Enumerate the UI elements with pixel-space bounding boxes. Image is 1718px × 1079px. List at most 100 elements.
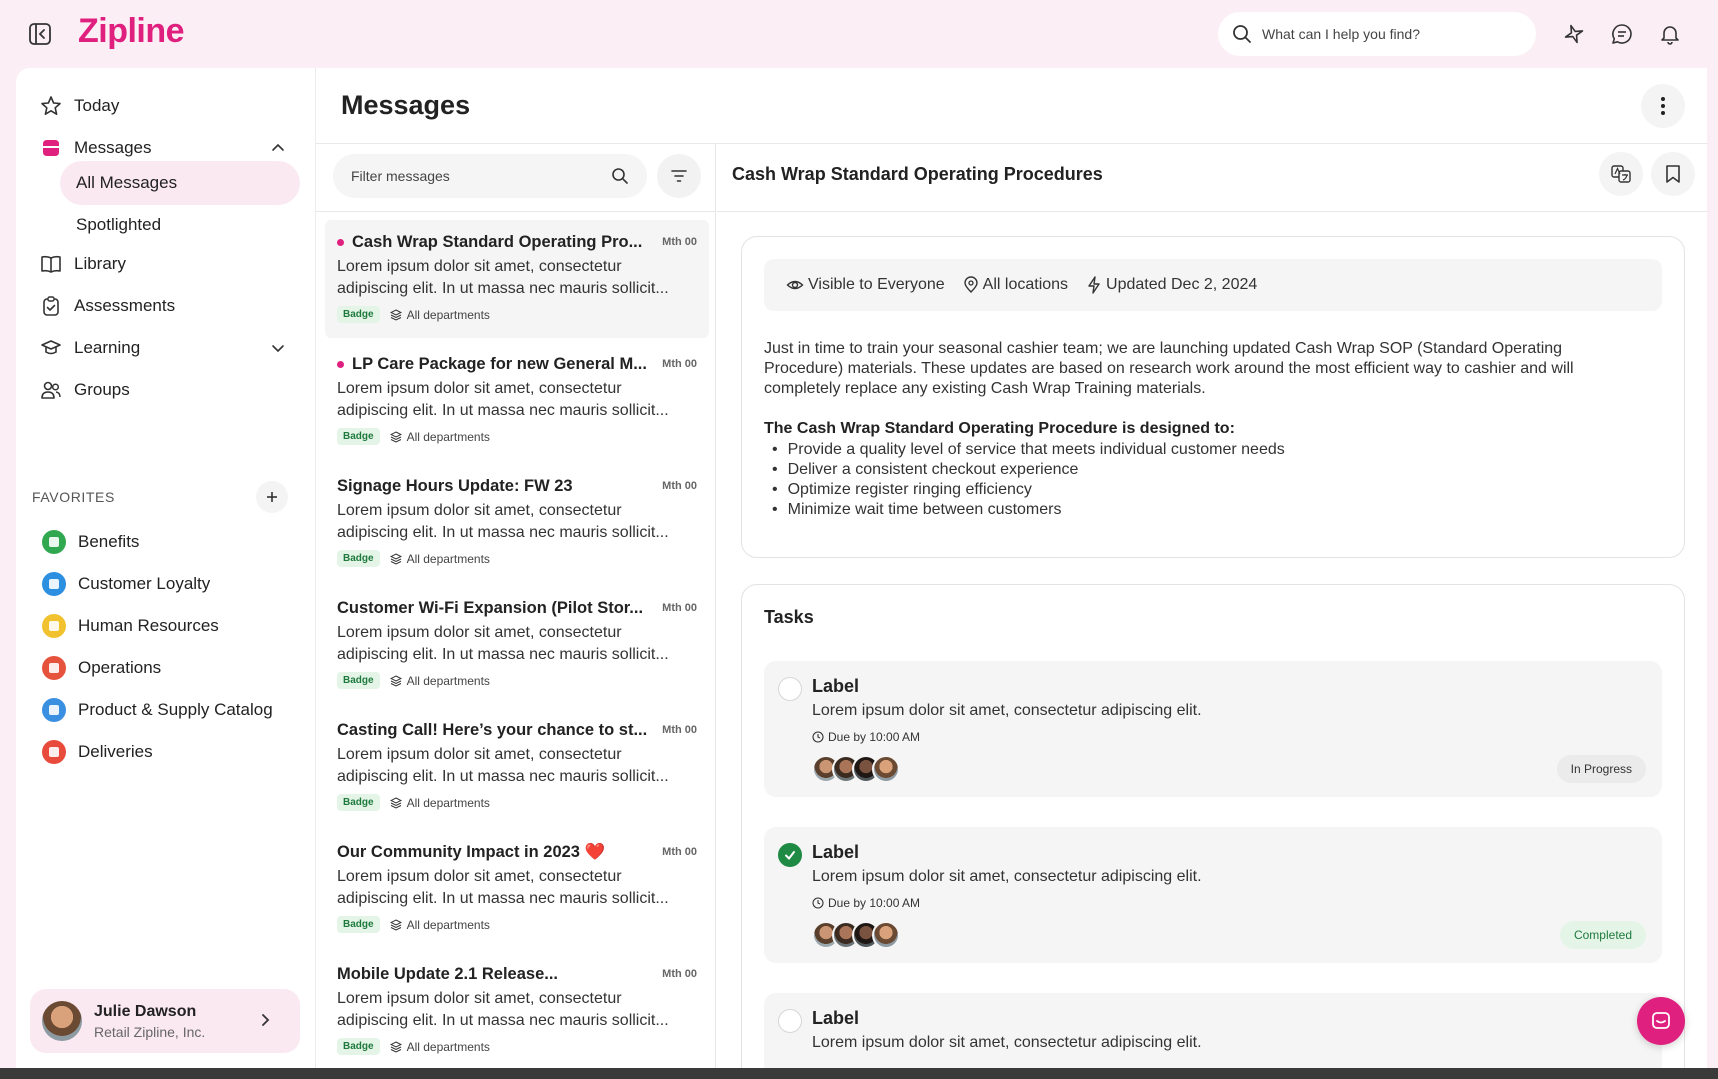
sidebar-item-library[interactable]: Library [40,244,126,284]
support-chat-button[interactable] [1637,997,1685,1045]
avatar [872,921,900,949]
message-item[interactable]: LP Care Package for new General M... Mth … [325,342,709,460]
assignee-avatars[interactable] [812,755,900,783]
layers-icon [389,918,402,931]
filter-messages[interactable] [333,154,647,198]
sidebar-item-all-messages[interactable]: All Messages [60,161,300,205]
message-date: Mth 00 [662,846,697,858]
message-date: Mth 00 [662,602,697,614]
favorite-deliveries[interactable]: Deliveries [42,732,153,772]
task-checkbox[interactable] [778,843,802,867]
sidebar-item-groups[interactable]: Groups [40,370,130,410]
message-item[interactable]: Casting Call! Here’s your chance to st..… [325,708,709,826]
global-search[interactable] [1218,12,1536,56]
favorite-label: Product & Supply Catalog [78,700,273,719]
favorite-human-resources[interactable]: Human Resources [42,606,219,646]
deliveries-icon [42,740,66,764]
message-preview: Lorem ipsum dolor sit amet, consectetur … [337,990,669,1029]
sidebar-item-learning[interactable]: Learning [40,328,140,368]
bell-icon[interactable] [1656,20,1684,48]
message-date: Mth 00 [662,480,697,492]
bookmark-icon [1666,165,1680,183]
profile-name: Julie Dawson [94,1002,197,1020]
favorite-benefits[interactable]: Benefits [42,522,139,562]
message-item[interactable]: Signage Hours Update: FW 23 Mth 00 Lorem … [325,464,709,582]
message-title: Signage Hours Update: FW 23 [337,476,573,495]
message-meta-bar: Visible to Everyone All locations Update… [764,259,1662,311]
chevron-down-icon[interactable] [269,339,287,357]
chevron-up-icon[interactable] [269,139,287,157]
message-preview: Lorem ipsum dolor sit amet, consectetur … [337,624,669,663]
status-badge: In Progress [1556,755,1646,783]
sidebar-item-assessments[interactable]: Assessments [40,286,175,326]
layers-icon [389,674,402,687]
visibility-label: Visible to Everyone [808,276,945,293]
sidebar-toggle-icon[interactable] [26,20,54,48]
task-item[interactable]: Label Lorem ipsum dolor sit amet, consec… [764,993,1662,1068]
profile-org: Retail Zipline, Inc. [94,1023,206,1040]
sidebar: Today Messages All Messages Spotlighted … [16,68,315,1068]
bullet-item: Minimize wait time between customers [772,500,1285,520]
sidebar-item-today[interactable]: Today [40,86,119,126]
bookmark-button[interactable] [1651,152,1695,196]
zipline-logo[interactable]: Zipline [78,12,185,51]
message-title: LP Care Package for new General M... [352,354,647,373]
task-due: Due by 10:00 AM [812,730,920,744]
book-icon [40,253,62,275]
users-icon [40,379,62,401]
updated-meta: Updated Dec 2, 2024 [1086,276,1257,294]
message-title: Mobile Update 2.1 Release... [337,964,558,983]
task-label: Label [812,842,860,862]
task-item[interactable]: Label Lorem ipsum dolor sit amet, consec… [764,661,1662,797]
message-title: Cash Wrap Standard Operating Pro... [352,232,643,251]
sidebar-item-spotlighted[interactable]: Spotlighted [60,203,300,247]
department-label: All departments [406,307,490,322]
badge: Badge [337,550,380,567]
assignee-avatars[interactable] [812,921,900,949]
badge: Badge [337,672,380,689]
star-icon [40,95,62,117]
more-options-button[interactable] [1641,84,1685,128]
more-vertical-icon [1661,97,1665,115]
divider [316,211,715,212]
chat-icon[interactable] [1608,20,1636,48]
search-input[interactable] [1262,26,1512,42]
main-panel: Messages Cash Wrap Standard Operating Pr… [315,68,1708,1068]
location-pin-icon [963,276,978,293]
message-item[interactable]: Mobile Update 2.1 Release... Mth 00 Lorem… [325,952,709,1068]
translate-button[interactable] [1599,152,1643,196]
bullet-item: Optimize register ringing efficiency [772,480,1285,500]
task-item[interactable]: Label Lorem ipsum dolor sit amet, consec… [764,827,1662,963]
filter-input[interactable] [351,168,611,184]
message-preview: Lorem ipsum dolor sit amet, consectetur … [337,746,669,785]
visibility-meta: Visible to Everyone [786,276,945,294]
avatar [872,755,900,783]
user-profile-button[interactable]: Julie Dawson Retail Zipline, Inc. [30,989,300,1053]
page-title: Messages [341,90,471,120]
message-item[interactable]: Our Community Impact in 2023 ❤️ Mth 00 Lo… [325,830,709,948]
task-checkbox[interactable] [778,677,802,701]
filter-icon [671,170,687,182]
favorite-customer-loyalty[interactable]: Customer Loyalty [42,564,210,604]
add-favorite-button[interactable] [256,481,288,513]
message-body-card: Visible to Everyone All locations Update… [741,236,1685,558]
layers-icon [389,430,402,443]
layers-icon [389,796,402,809]
customer-loyalty-icon [42,572,66,596]
locations-meta: All locations [963,276,1068,294]
message-preview: Lorem ipsum dolor sit amet, consectetur … [337,380,669,419]
lightning-icon [1088,276,1100,294]
search-icon [611,167,629,185]
task-checkbox[interactable] [778,1009,802,1033]
favorite-operations[interactable]: Operations [42,648,161,688]
message-item[interactable]: Cash Wrap Standard Operating Pro... Mth 0… [325,220,709,338]
task-due: Due by 10:00 AM [812,896,920,910]
ai-sparkle-icon[interactable] [1560,20,1588,48]
department-label: All departments [406,551,490,566]
favorite-product-supply-catalog[interactable]: Product & Supply Catalog [42,690,273,730]
message-preview: Lorem ipsum dolor sit amet, consectetur … [337,258,669,297]
filter-button[interactable] [657,154,701,198]
message-item[interactable]: Customer Wi-Fi Expansion (Pilot Stor... M… [325,586,709,704]
badge: Badge [337,428,380,445]
message-date: Mth 00 [662,968,697,980]
